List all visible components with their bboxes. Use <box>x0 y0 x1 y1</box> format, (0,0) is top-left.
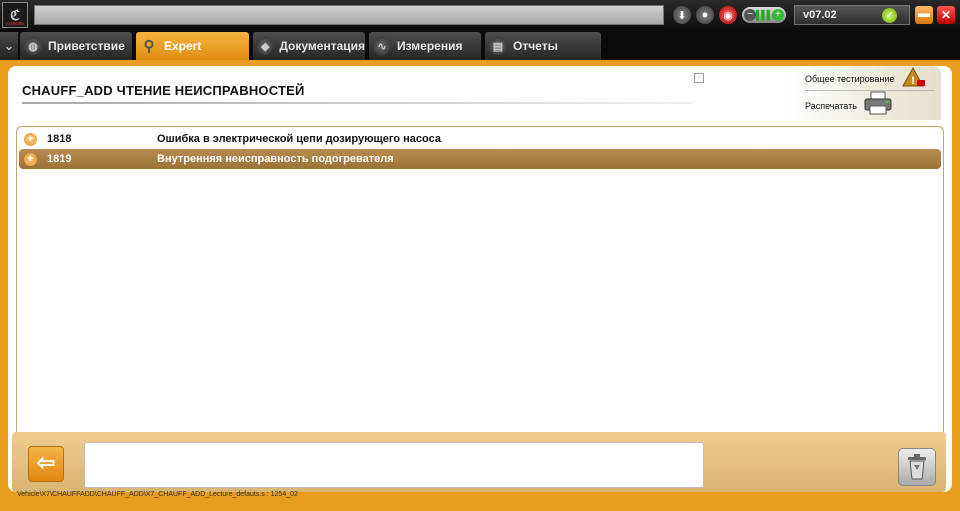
download-button[interactable]: ⬇ <box>673 6 691 24</box>
printer-icon[interactable] <box>863 90 893 116</box>
document-icon: ▤ <box>489 37 507 55</box>
svg-text:!: ! <box>911 75 915 87</box>
arrow-left-icon: ⇦ <box>36 450 56 475</box>
tab-measurements[interactable]: ∿ Измерения <box>369 32 481 60</box>
warning-icon[interactable]: ! <box>900 66 926 88</box>
fault-code: 1819 <box>47 153 72 165</box>
waveform-icon: ∿ <box>373 37 391 55</box>
battery-level-control[interactable]: − ▌▌▌ + <box>742 7 786 23</box>
chevron-down-icon: ⌄ <box>3 38 15 53</box>
tab-expert[interactable]: ⚲ Expert <box>136 32 249 60</box>
user-icon: ● <box>701 9 709 21</box>
tab-label: Документация <box>279 39 365 53</box>
version-label: v07.02 <box>803 9 837 21</box>
fault-code: 1818 <box>47 133 72 145</box>
fault-list: + 1818 Ошибка в электрической цепи дозир… <box>16 126 944 436</box>
minus-icon[interactable]: − <box>744 9 756 21</box>
download-icon: ⬇ <box>677 9 687 22</box>
side-actions-panel: Общее тестирование ! Распечатать <box>787 66 941 120</box>
book-icon: ◆ <box>257 37 274 55</box>
minimize-button[interactable]: ▬ <box>915 6 933 24</box>
path-field <box>34 5 664 25</box>
user-button[interactable]: ● <box>696 6 714 24</box>
version-indicator: v07.02 ✓ <box>794 5 910 25</box>
content-area: CHAUFF_ADD ЧТЕНИЕ НЕИСПРАВНОСТЕЙ · Общее… <box>8 66 952 492</box>
citroen-logo: ℭ CITROËN <box>2 2 28 28</box>
close-icon: ✕ <box>940 8 952 22</box>
fault-row[interactable]: + 1818 Ошибка в электрической цепи дозир… <box>19 129 941 149</box>
tab-label: Expert <box>164 39 202 53</box>
tab-bar: ⌄ ◍ Приветствие ⚲ Expert ◆ Документация … <box>0 30 960 60</box>
top-toolbar: ℭ CITROËN ⬇ ● ◉ − ▌▌▌ + v07.02 ✓ ▬ ✕ <box>0 0 960 30</box>
dot-marker: · <box>694 73 704 83</box>
battery-bars-icon: ▌▌▌ <box>755 10 773 20</box>
plus-icon[interactable]: + <box>772 9 784 21</box>
tab-welcome[interactable]: ◍ Приветствие <box>20 32 132 60</box>
globe-icon: ◍ <box>24 37 42 55</box>
title-underline <box>22 102 692 104</box>
bottom-bar: ⇦ <box>12 432 946 492</box>
close-button[interactable]: ✕ <box>937 6 955 24</box>
main-panel: CHAUFF_ADD ЧТЕНИЕ НЕИСПРАВНОСТЕЙ · Общее… <box>0 60 960 511</box>
expand-plus-icon[interactable]: + <box>24 152 37 166</box>
fault-description: Ошибка в электрической цепи дозирующего … <box>157 133 441 145</box>
trash-icon <box>908 454 926 480</box>
tab-documentation[interactable]: ◆ Документация <box>253 32 365 60</box>
fault-row-selected[interactable]: + 1819 Внутренняя неисправность подогрев… <box>19 149 941 169</box>
minimize-icon: ▬ <box>918 6 930 20</box>
fault-description: Внутренняя неисправность подогревателя <box>157 153 394 165</box>
message-box <box>84 442 704 488</box>
page-title: CHAUFF_ADD ЧТЕНИЕ НЕИСПРАВНОСТЕЙ <box>22 83 305 98</box>
tab-label: Измерения <box>397 39 463 53</box>
tab-label: Отчеты <box>513 39 558 53</box>
tab-label: Приветствие <box>48 39 125 53</box>
back-button[interactable]: ⇦ <box>28 446 64 482</box>
trash-button[interactable] <box>898 448 936 486</box>
print-button[interactable]: Распечатать <box>805 101 857 111</box>
stop-button[interactable]: ◉ <box>719 6 737 24</box>
status-ok-icon: ✓ <box>882 8 897 23</box>
tab-reports[interactable]: ▤ Отчеты <box>485 32 601 60</box>
tabs-collapse-toggle[interactable]: ⌄ <box>0 32 18 60</box>
expand-plus-icon[interactable]: + <box>24 132 37 146</box>
stop-icon: ◉ <box>723 9 733 22</box>
status-path: Vehicle\X7\CHAUFFADD\CHAUFF_ADD\X7_CHAUF… <box>17 491 298 498</box>
global-test-button[interactable]: Общее тестирование <box>805 74 894 84</box>
magnifier-icon: ⚲ <box>143 38 155 55</box>
